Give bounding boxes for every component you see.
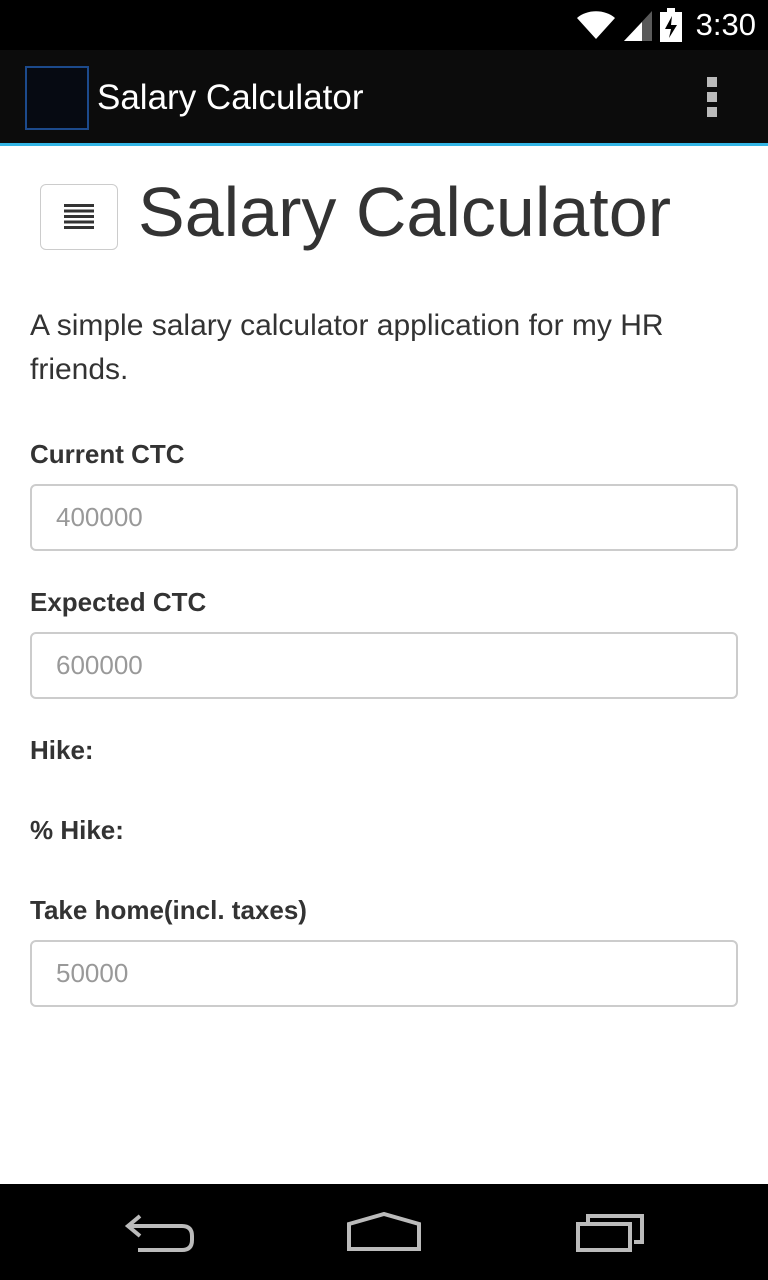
system-nav-bar bbox=[0, 1184, 768, 1280]
percent-hike-label: % Hike: bbox=[30, 815, 124, 845]
back-button[interactable] bbox=[100, 1198, 220, 1266]
current-ctc-input[interactable] bbox=[30, 484, 738, 551]
overflow-menu-button[interactable] bbox=[696, 76, 728, 118]
take-home-label: Take home(incl. taxes) bbox=[30, 895, 307, 925]
current-ctc-label: Current CTC bbox=[30, 439, 185, 469]
take-home-input[interactable] bbox=[30, 940, 738, 1007]
overflow-menu-icon bbox=[707, 77, 717, 117]
battery-charging-icon bbox=[659, 8, 682, 42]
status-bar: 3:30 bbox=[0, 0, 768, 50]
page-description: A simple salary calculator application f… bbox=[30, 309, 664, 386]
menu-toggle-button[interactable] bbox=[40, 184, 118, 250]
cell-signal-icon bbox=[623, 11, 652, 41]
status-icons: 3:30 bbox=[576, 0, 756, 50]
recent-apps-button[interactable] bbox=[550, 1198, 670, 1266]
action-bar-title: Salary Calculator bbox=[97, 78, 364, 117]
home-button[interactable] bbox=[324, 1198, 444, 1266]
status-time: 3:30 bbox=[695, 7, 756, 42]
expected-ctc-label: Expected CTC bbox=[30, 587, 207, 617]
home-icon bbox=[347, 1212, 421, 1251]
app-icon bbox=[25, 66, 89, 130]
back-icon bbox=[124, 1214, 194, 1252]
page-title: Salary Calculator bbox=[138, 173, 671, 251]
wifi-icon bbox=[576, 11, 615, 39]
hike-label: Hike: bbox=[30, 735, 94, 765]
app-screen: 3:30 Salary Calculator Salary Calculator bbox=[0, 0, 768, 1280]
action-bar: Salary Calculator bbox=[0, 50, 768, 146]
recent-apps-icon bbox=[576, 1214, 644, 1252]
main-content: Salary Calculator A simple salary calcul… bbox=[0, 146, 768, 1184]
expected-ctc-input[interactable] bbox=[30, 632, 738, 699]
hamburger-menu-icon bbox=[64, 204, 94, 229]
